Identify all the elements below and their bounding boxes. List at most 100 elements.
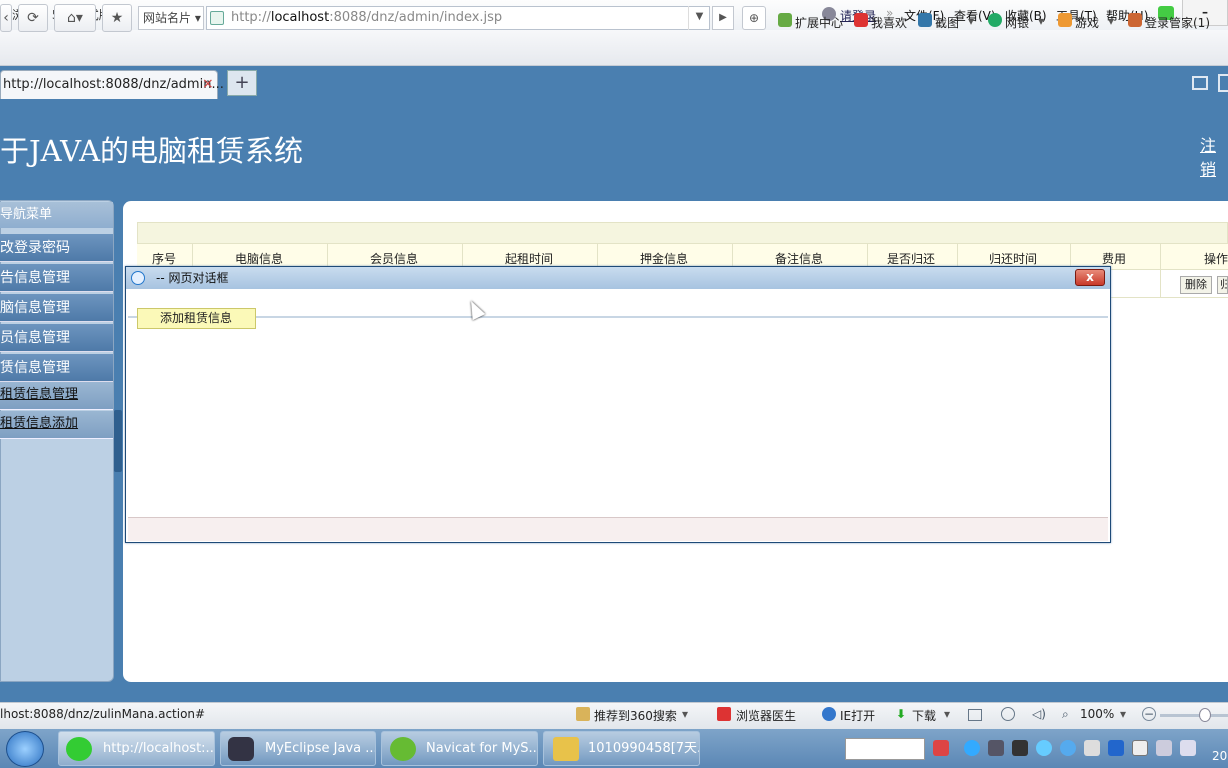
sogou-icon[interactable] <box>933 740 949 756</box>
column-divider <box>1160 244 1161 298</box>
go-button[interactable]: ▶ <box>712 6 734 30</box>
download-dropdown-icon[interactable]: ▾ <box>944 707 950 721</box>
th-index: 序号 <box>152 252 177 266</box>
ie-open-link[interactable]: IE打开 <box>840 707 875 724</box>
sidebar-subitem-rental-manage[interactable]: 租赁信息管理 <box>0 382 113 410</box>
tray-app-icon[interactable] <box>988 740 1004 756</box>
speaker-icon[interactable]: ◁) <box>1032 707 1046 721</box>
page-title: 于JAVA的电脑租赁系统 <box>0 134 304 168</box>
restore-icon[interactable] <box>1192 76 1208 90</box>
zoom-level[interactable]: 100% <box>1080 707 1114 721</box>
web-dialog <box>125 266 1111 543</box>
favorite-star-button[interactable]: ★ <box>102 4 132 32</box>
bank-dropdown-icon[interactable]: ▾ <box>1038 14 1044 28</box>
tray-tool-icon[interactable] <box>1084 740 1100 756</box>
zoom-out-icon[interactable]: − <box>1142 707 1156 721</box>
home-button[interactable]: ⌂▾ <box>54 4 96 32</box>
status-url: lhost:8088/dnz/zulinMana.action# <box>0 707 206 721</box>
sidebar-item-label: 员信息管理 <box>0 330 70 346</box>
shield-icon[interactable] <box>1001 707 1015 721</box>
window-icon[interactable] <box>1218 74 1228 92</box>
th-remark: 备注信息 <box>775 252 824 266</box>
window-icon[interactable] <box>968 709 982 721</box>
tray-qq-icon[interactable] <box>1036 740 1052 756</box>
favorites-link[interactable]: 我喜欢 <box>871 14 907 31</box>
clock: 20 <box>1212 749 1228 763</box>
th-fee: 费用 <box>1102 252 1127 266</box>
taskbar-item-label: 1010990458[7天... <box>588 741 700 756</box>
address-bar[interactable]: http://localhost:8088/dnz/admin/index.js… <box>206 6 710 30</box>
sidebar-subitem-label: 租赁信息添加 <box>0 416 79 431</box>
navicat-icon <box>390 737 416 761</box>
zoom-slider[interactable] <box>1160 714 1228 717</box>
sidebar-subitem-label: 租赁信息管理 <box>0 387 79 402</box>
tray-person-icon[interactable] <box>1012 740 1028 756</box>
url-path: :8088/dnz/admin/index.jsp <box>329 10 503 25</box>
volume-icon[interactable] <box>1180 740 1196 756</box>
sidebar-item-label: 改登录密码 <box>0 240 70 256</box>
tab-active[interactable]: http://localhost:8088/dnz/admin... <box>0 70 224 99</box>
tray-update-icon[interactable] <box>1108 740 1124 756</box>
return-button[interactable]: 归 <box>1217 276 1228 294</box>
screenshot-dropdown-icon[interactable]: ▾ <box>968 14 974 28</box>
login-manager-link[interactable]: 登录管家(1) <box>1145 14 1210 31</box>
tray-chat-icon[interactable] <box>1060 740 1076 756</box>
dialog-close-button[interactable]: x <box>1075 269 1105 286</box>
recommend-360-link[interactable]: 推荐到360搜索 <box>594 707 677 724</box>
network-icon[interactable] <box>1156 740 1172 756</box>
bank-link[interactable]: 网银 <box>1005 14 1029 31</box>
taskbar-item-label: Navicat for MyS... <box>426 741 538 756</box>
site-names-dropdown[interactable]: 网站名片 ▾ <box>138 6 204 30</box>
games-dropdown-icon[interactable]: ▾ <box>1108 14 1114 28</box>
table-caption-bar <box>137 222 1228 244</box>
sidebar-item-computer[interactable]: 脑信息管理 <box>0 294 113 322</box>
screenshot-link[interactable]: 截图 <box>935 14 959 31</box>
back-button[interactable]: ‹ <box>0 4 12 32</box>
sidebar-item-password[interactable]: 改登录密码 <box>0 234 113 262</box>
tab-close-icon[interactable]: × <box>202 77 214 91</box>
tray-search-input[interactable] <box>845 738 925 760</box>
url-dropdown-icon[interactable]: ▼ <box>688 6 710 30</box>
th-start-time: 起租时间 <box>505 252 554 266</box>
game-icon <box>1058 13 1072 27</box>
logout-link[interactable]: 注销 <box>1200 132 1228 180</box>
browser-doctor-link[interactable]: 浏览器医生 <box>736 707 796 724</box>
sidebar-item-rental[interactable]: 赁信息管理 <box>0 354 113 382</box>
shield-icon[interactable]: ⊕ <box>742 6 766 30</box>
zoom-dropdown-icon[interactable]: ▾ <box>1120 707 1126 721</box>
dialog-footer <box>128 517 1108 541</box>
th-return-time: 归还时间 <box>989 252 1038 266</box>
sidebar-item-notice[interactable]: 告信息管理 <box>0 264 113 292</box>
myeclipse-icon <box>228 737 254 761</box>
bank-icon <box>988 13 1002 27</box>
dialog-title-bar[interactable]: -- 网页对话框 <box>126 267 1110 289</box>
add-rental-button[interactable]: 添加租赁信息 <box>137 308 256 329</box>
extension-icon <box>778 13 792 27</box>
screenshot-icon <box>918 13 932 27</box>
zoom-slider-handle[interactable] <box>1199 708 1211 722</box>
download-link[interactable]: 下载 <box>912 707 936 724</box>
games-link[interactable]: 游戏 <box>1075 14 1099 31</box>
ie-icon <box>822 707 836 721</box>
thumbs-up-icon <box>576 707 590 721</box>
recommend-dropdown-icon[interactable]: ▾ <box>682 707 688 721</box>
browser-toolbar <box>0 30 1228 66</box>
delete-button[interactable]: 删除 <box>1180 276 1212 294</box>
new-tab-button[interactable]: + <box>227 70 257 96</box>
tray-search-icon[interactable] <box>964 740 980 756</box>
refresh-button[interactable]: ⟳ <box>18 4 48 32</box>
sidebar-item-member[interactable]: 员信息管理 <box>0 324 113 352</box>
dialog-title: -- 网页对话框 <box>156 271 229 285</box>
url-host: localhost <box>270 10 330 25</box>
extension-center-link[interactable]: 扩展中心 <box>795 14 843 31</box>
th-actions: 操作 <box>1204 252 1228 266</box>
sidebar-subitem-rental-add[interactable]: 租赁信息添加 <box>0 411 113 439</box>
start-button[interactable] <box>6 731 44 767</box>
tray-shield-icon[interactable] <box>1132 740 1148 756</box>
site-names-label: 网站名片 <box>143 11 192 25</box>
sidebar-item-label: 赁信息管理 <box>0 360 70 376</box>
download-arrow-icon: ⬇ <box>896 707 907 721</box>
sidebar-collapse-handle[interactable] <box>114 410 122 472</box>
th-member: 会员信息 <box>370 252 419 266</box>
heart-icon <box>854 13 868 27</box>
